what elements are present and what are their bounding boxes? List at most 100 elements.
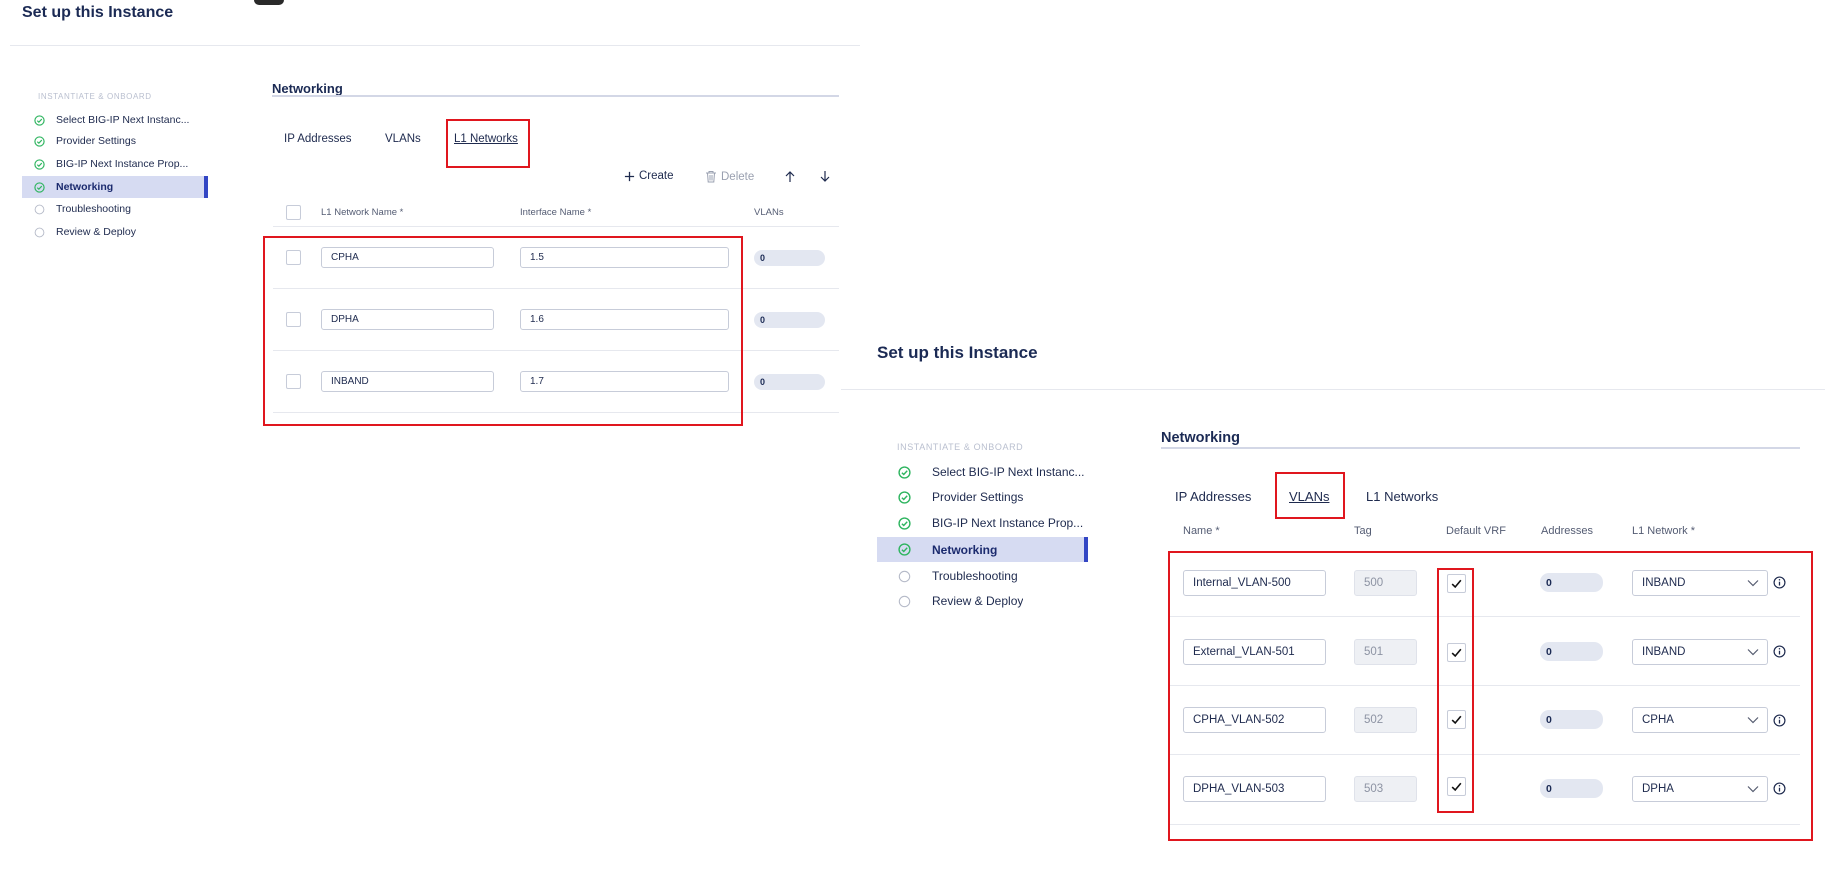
check-circle-icon xyxy=(877,543,932,556)
step-select-instance[interactable]: Select BIG-IP Next Instanc... xyxy=(22,110,208,130)
circle-outline-icon xyxy=(22,227,56,238)
addresses-count-badge: 0 xyxy=(1540,573,1603,592)
title-divider xyxy=(841,389,1825,390)
interface-name-input[interactable]: 1.7 xyxy=(520,371,729,392)
step-label: Troubleshooting xyxy=(932,569,1018,583)
interface-name-input[interactable]: 1.5 xyxy=(520,247,729,268)
l1-network-select[interactable]: INBAND xyxy=(1632,639,1768,665)
step-networking[interactable]: Networking xyxy=(877,537,1088,562)
column-header-default-vrf: Default VRF xyxy=(1446,525,1506,537)
check-circle-icon xyxy=(22,181,56,193)
step-instance-properties[interactable]: BIG-IP Next Instance Prop... xyxy=(877,512,1088,534)
step-provider-settings[interactable]: Provider Settings xyxy=(22,131,208,151)
arrow-down-icon xyxy=(819,170,831,183)
step-label: Troubleshooting xyxy=(56,203,131,215)
checkmark-icon xyxy=(1450,713,1463,726)
tab-ip-addresses[interactable]: IP Addresses xyxy=(1175,489,1251,504)
trash-icon xyxy=(705,170,717,183)
create-button[interactable]: Create xyxy=(624,170,674,182)
default-vrf-checkbox[interactable] xyxy=(1447,643,1466,662)
tab-vlans[interactable]: VLANs xyxy=(1289,489,1329,504)
step-networking[interactable]: Networking xyxy=(22,176,208,198)
vlan-tag-input: 500 xyxy=(1354,570,1417,596)
vlans-count-badge: 0 xyxy=(754,312,825,328)
header-divider xyxy=(273,226,839,227)
l1-network-name-input[interactable]: CPHA xyxy=(321,247,494,268)
check-circle-icon xyxy=(22,135,56,147)
chevron-down-icon xyxy=(1747,579,1759,587)
column-header-l1-network: L1 Network * xyxy=(1632,525,1695,537)
step-label: Review & Deploy xyxy=(56,226,136,238)
move-down-button[interactable] xyxy=(819,170,831,183)
interface-name-input[interactable]: 1.6 xyxy=(520,309,729,330)
addresses-count-badge: 0 xyxy=(1540,710,1603,729)
delete-button[interactable]: Delete xyxy=(705,170,754,183)
info-icon[interactable] xyxy=(1773,782,1786,795)
section-title: Networking xyxy=(272,81,343,96)
move-up-button[interactable] xyxy=(784,170,796,183)
l1-network-select[interactable]: DPHA xyxy=(1632,776,1768,802)
check-circle-icon xyxy=(877,465,932,479)
delete-label: Delete xyxy=(721,170,755,183)
tab-ip-addresses[interactable]: IP Addresses xyxy=(284,133,352,145)
check-circle-icon xyxy=(877,490,932,504)
addresses-count-badge: 0 xyxy=(1540,642,1603,661)
step-instance-properties[interactable]: BIG-IP Next Instance Prop... xyxy=(22,154,208,174)
default-vrf-checkbox[interactable] xyxy=(1447,777,1466,796)
tab-vlans[interactable]: VLANs xyxy=(385,133,421,145)
step-review-deploy[interactable]: Review & Deploy xyxy=(22,222,208,242)
title-divider xyxy=(10,45,860,46)
select-all-checkbox[interactable] xyxy=(286,205,301,220)
vlan-tag-input: 501 xyxy=(1354,639,1417,665)
l1-network-name-input[interactable]: INBAND xyxy=(321,371,494,392)
vlans-count-badge: 0 xyxy=(754,374,825,390)
l1-network-selected-value: INBAND xyxy=(1642,646,1686,658)
page-title: Set up this Instance xyxy=(22,4,174,21)
step-provider-settings[interactable]: Provider Settings xyxy=(877,486,1088,508)
l1-network-select[interactable]: CPHA xyxy=(1632,707,1768,733)
step-troubleshooting[interactable]: Troubleshooting xyxy=(877,565,1088,587)
tab-l1-networks[interactable]: L1 Networks xyxy=(454,133,518,145)
row-checkbox[interactable] xyxy=(286,374,301,389)
step-label: BIG-IP Next Instance Prop... xyxy=(56,158,189,170)
step-label: BIG-IP Next Instance Prop... xyxy=(932,516,1084,530)
l1-network-name-input[interactable]: DPHA xyxy=(321,309,494,330)
checkmark-icon xyxy=(1450,577,1463,590)
step-label: Networking xyxy=(932,542,998,557)
column-header-tag: Tag xyxy=(1354,525,1372,537)
default-vrf-checkbox[interactable] xyxy=(1447,574,1466,593)
info-icon[interactable] xyxy=(1773,576,1786,589)
vlan-name-input[interactable]: CPHA_VLAN-502 xyxy=(1183,707,1326,733)
column-header-vlans: VLANs xyxy=(754,207,784,218)
step-select-instance[interactable]: Select BIG-IP Next Instanc... xyxy=(877,461,1088,483)
vlan-name-input[interactable]: DPHA_VLAN-503 xyxy=(1183,776,1326,802)
info-icon[interactable] xyxy=(1773,645,1786,658)
circle-outline-icon xyxy=(22,204,56,215)
tab-l1-networks[interactable]: L1 Networks xyxy=(1366,489,1438,504)
step-troubleshooting[interactable]: Troubleshooting xyxy=(22,199,208,219)
vlans-count-badge: 0 xyxy=(754,250,825,266)
active-step-indicator xyxy=(204,176,208,198)
check-circle-icon xyxy=(22,114,56,126)
default-vrf-checkbox[interactable] xyxy=(1447,710,1466,729)
arrow-up-icon xyxy=(784,170,796,183)
step-review-deploy[interactable]: Review & Deploy xyxy=(877,590,1088,612)
row-divider xyxy=(273,412,839,413)
vlan-tag-input: 503 xyxy=(1354,776,1417,802)
checkmark-icon xyxy=(1450,646,1463,659)
section-title: Networking xyxy=(1161,430,1240,446)
l1-network-select[interactable]: INBAND xyxy=(1632,570,1768,596)
column-header-l1-network-name: L1 Network Name * xyxy=(321,207,404,218)
info-icon[interactable] xyxy=(1773,714,1786,727)
check-circle-icon xyxy=(22,158,56,170)
checkmark-icon xyxy=(1450,780,1463,793)
row-divider xyxy=(1170,824,1800,825)
vlan-name-input[interactable]: Internal_VLAN-500 xyxy=(1183,570,1326,596)
step-label: Review & Deploy xyxy=(932,594,1024,608)
toolbar-fragment xyxy=(254,0,284,5)
row-checkbox[interactable] xyxy=(286,312,301,327)
vlan-name-input[interactable]: External_VLAN-501 xyxy=(1183,639,1326,665)
chevron-down-icon xyxy=(1747,785,1759,793)
row-checkbox[interactable] xyxy=(286,250,301,265)
section-underline xyxy=(1161,447,1800,449)
